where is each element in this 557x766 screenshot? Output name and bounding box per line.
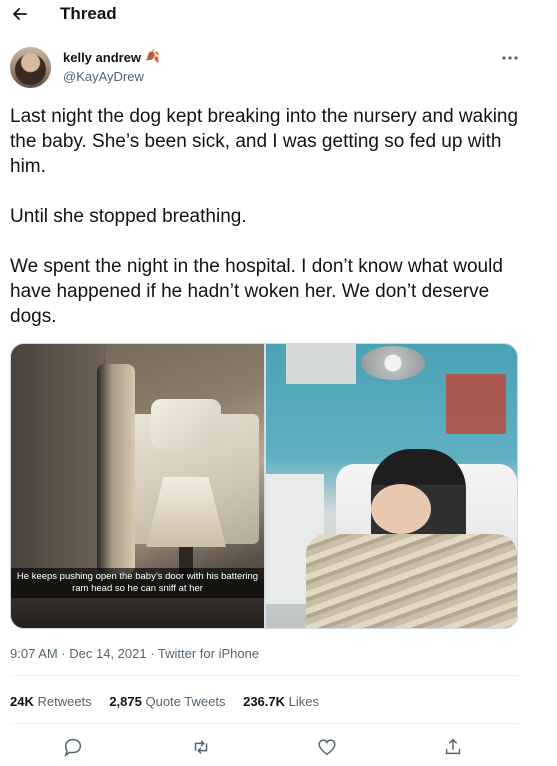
photo-hospital[interactable]: [266, 344, 517, 628]
quote-tweets-stat[interactable]: 2,875 Quote Tweets: [109, 694, 225, 709]
tweet-media: He keeps pushing open the baby’s door wi…: [10, 343, 518, 629]
retweet-button[interactable]: [190, 736, 212, 758]
back-button[interactable]: [10, 4, 30, 24]
page-title: Thread: [60, 4, 117, 23]
likes-stat[interactable]: 236.7K Likes: [243, 694, 319, 709]
divider: [10, 675, 519, 676]
retweets-label: Retweets: [37, 694, 92, 709]
photo-wall-panel: [446, 374, 506, 434]
arrow-left-icon: [13, 8, 27, 20]
quotes-label: Quote Tweets: [145, 694, 226, 709]
retweet-icon: [194, 740, 208, 754]
photo-blanket: [306, 534, 517, 628]
tweet-timestamp[interactable]: 9:07 AM · Dec 14, 2021 · Twitter for iPh…: [10, 646, 259, 661]
like-icon: [318, 739, 336, 756]
photo-exam-light: [361, 346, 425, 380]
tweet-paragraph: Until she stopped breathing.: [10, 206, 247, 227]
like-button[interactable]: [316, 736, 338, 758]
photo-monitor: [286, 344, 356, 384]
tweet-paragraph: We spent the night in the hospital. I do…: [10, 256, 503, 327]
avatar[interactable]: [10, 47, 51, 88]
retweets-stat[interactable]: 24K Retweets: [10, 694, 92, 709]
photo-headboard: [97, 364, 135, 574]
thread-header: Thread: [0, 0, 557, 28]
tweet-stats: 24K Retweets 2,875 Quote Tweets 236.7K L…: [10, 694, 333, 709]
likes-count: 236.7K: [243, 694, 286, 709]
quotes-count: 2,875: [109, 694, 142, 709]
more-dots-icon: [502, 56, 518, 60]
likes-label: Likes: [288, 694, 319, 709]
retweets-count: 24K: [10, 694, 34, 709]
leaf-emoji-icon: 🍂: [145, 49, 160, 63]
photo-baby: [371, 484, 431, 534]
divider: [10, 723, 519, 724]
author-handle[interactable]: @KayAyDrew: [63, 69, 144, 84]
reply-button[interactable]: [62, 736, 84, 758]
more-options-button[interactable]: [499, 50, 521, 66]
photo-caption: He keeps pushing open the baby’s door wi…: [11, 568, 264, 598]
share-icon: [445, 738, 461, 755]
photo-nursery[interactable]: He keeps pushing open the baby’s door wi…: [11, 344, 264, 628]
photo-pillow: [151, 399, 221, 449]
share-button[interactable]: [442, 736, 464, 758]
reply-icon: [64, 738, 82, 758]
tweet-text: Last night the dog kept breaking into th…: [10, 104, 530, 329]
tweet-paragraph: Last night the dog kept breaking into th…: [10, 106, 519, 177]
author-display-name[interactable]: kelly andrew: [63, 50, 141, 65]
